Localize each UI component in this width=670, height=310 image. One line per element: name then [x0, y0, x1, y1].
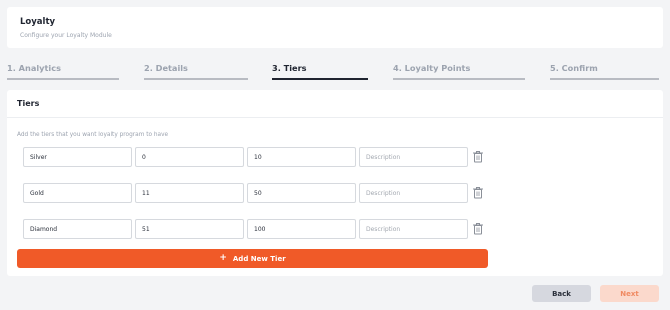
trash-icon[interactable]	[472, 222, 484, 235]
tier-name-input[interactable]	[23, 219, 132, 239]
step-label: 4. Loyalty Points	[393, 63, 471, 73]
step-bar	[550, 78, 659, 80]
tier-description-input[interactable]	[359, 219, 468, 239]
tier-name-input[interactable]	[23, 183, 132, 203]
stepper: 1. Analytics 2. Details 3. Tiers 4. Loya…	[7, 58, 663, 84]
tier-min-input[interactable]	[135, 219, 244, 239]
tier-row	[23, 219, 493, 239]
tiers-card: Tiers Add the tiers that you want loyalt…	[7, 90, 663, 276]
section-title: Tiers	[17, 99, 40, 108]
tier-min-input[interactable]	[135, 183, 244, 203]
add-new-tier-label: Add New Tier	[232, 254, 286, 263]
step-bar	[144, 78, 248, 80]
trash-icon[interactable]	[472, 150, 484, 163]
step-details[interactable]: 2. Details	[144, 58, 248, 82]
step-label: 5. Confirm	[550, 63, 598, 73]
step-analytics[interactable]: 1. Analytics	[7, 58, 119, 82]
step-confirm[interactable]: 5. Confirm	[550, 58, 659, 82]
step-label: 1. Analytics	[7, 63, 61, 73]
section-hint: Add the tiers that you want loyalty prog…	[17, 132, 169, 138]
tier-description-input[interactable]	[359, 147, 468, 167]
tier-max-input[interactable]	[247, 183, 356, 203]
plus-icon: +	[219, 253, 227, 263]
step-label: 3. Tiers	[272, 63, 307, 73]
step-loyalty-points[interactable]: 4. Loyalty Points	[393, 58, 525, 82]
page-subtitle: Configure your Loyalty Module	[20, 32, 112, 39]
tier-max-input[interactable]	[247, 147, 356, 167]
tier-row	[23, 183, 493, 203]
add-new-tier-button[interactable]: + Add New Tier	[17, 249, 488, 268]
step-bar-active	[272, 78, 368, 80]
tier-description-input[interactable]	[359, 183, 468, 203]
header-card: Loyalty Configure your Loyalty Module	[7, 7, 663, 48]
step-label: 2. Details	[144, 63, 188, 73]
next-button[interactable]: Next	[600, 285, 659, 302]
page-title: Loyalty	[20, 17, 56, 27]
tier-min-input[interactable]	[135, 147, 244, 167]
tier-row	[23, 147, 493, 167]
back-button[interactable]: Back	[532, 285, 591, 302]
step-tiers[interactable]: 3. Tiers	[272, 58, 368, 82]
divider	[7, 117, 663, 118]
step-bar	[393, 78, 525, 80]
step-bar	[7, 78, 119, 80]
trash-icon[interactable]	[472, 186, 484, 199]
tier-max-input[interactable]	[247, 219, 356, 239]
tier-name-input[interactable]	[23, 147, 132, 167]
